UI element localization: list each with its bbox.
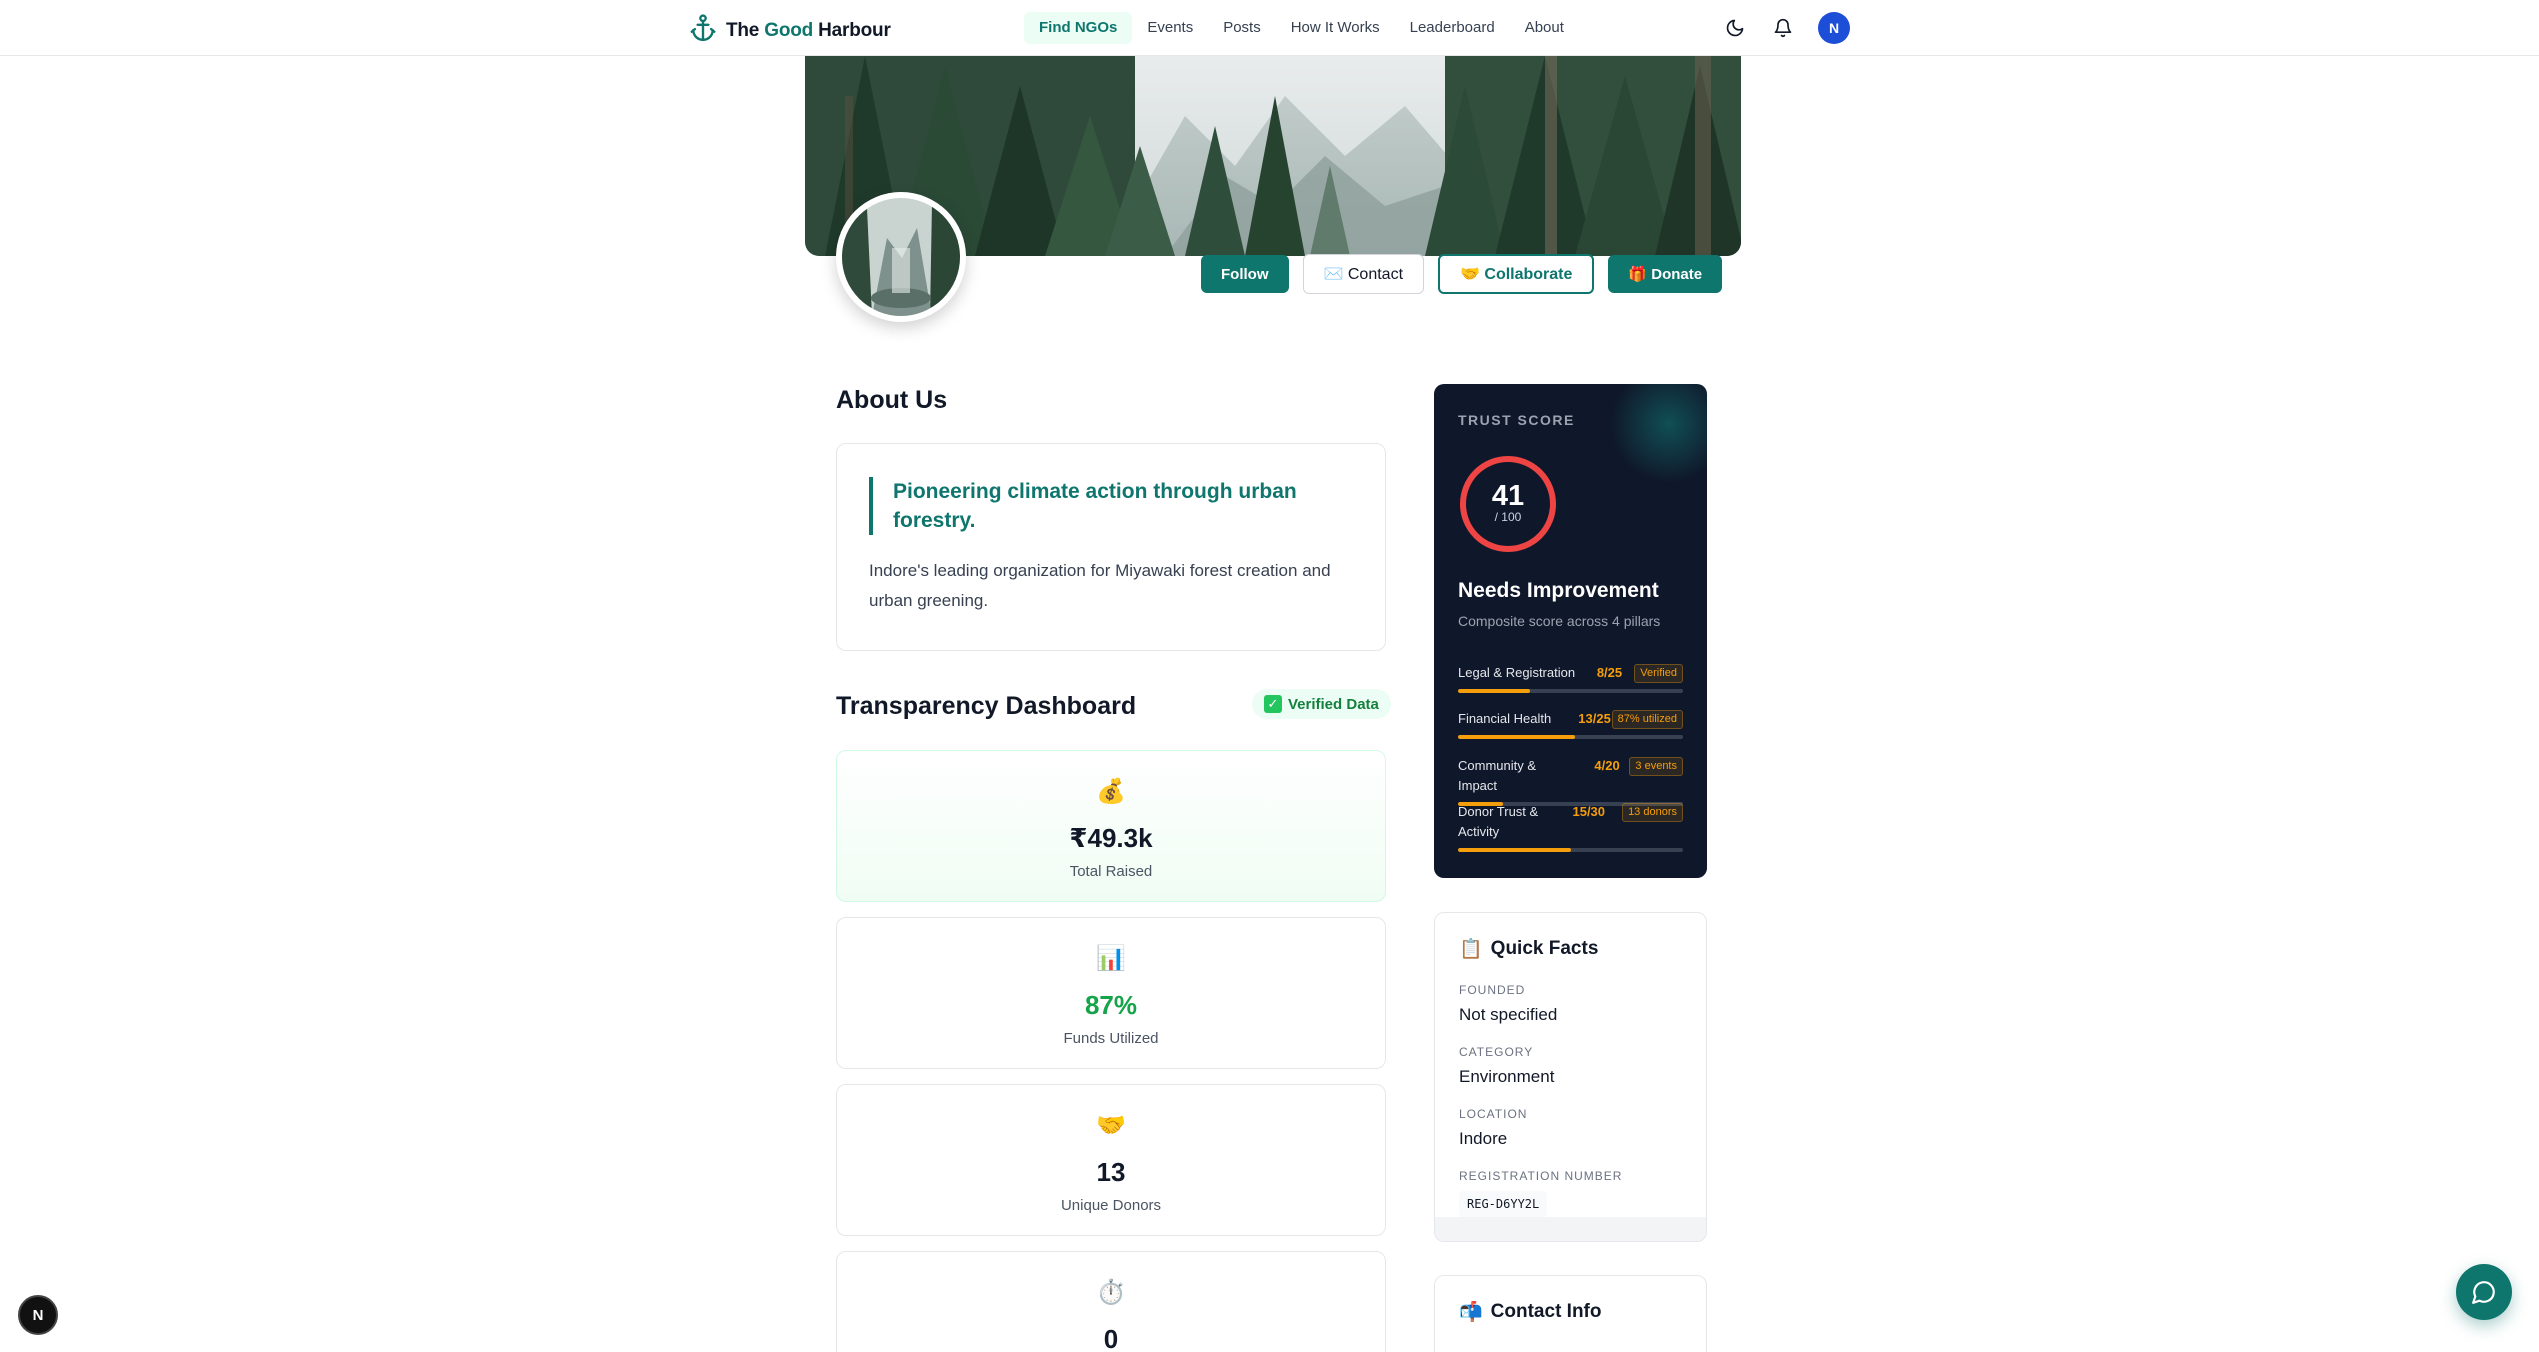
pillar-badge: 13 donors [1622,803,1683,822]
mailbox-icon: 📬 [1459,1302,1483,1323]
top-navbar: The Good Harbour Find NGOs Events Posts … [0,0,2539,56]
pillar-financial: Financial Health 13/25 87% utilized [1458,709,1683,739]
location-value: Indore [1459,1129,1508,1148]
quick-facts-card: 📋 Quick Facts FOUNDED Not specified CATE… [1434,912,1707,1242]
trust-score-label: TRUST SCORE [1458,412,1575,428]
trust-score-max: / 100 [1494,510,1522,524]
stat-card-funds-utilized: 📊 87% Funds Utilized [836,917,1386,1069]
pillar-score: 15/30 [1572,804,1606,819]
founded-value: Not specified [1459,1005,1558,1024]
stat-value: 87% [1084,990,1138,1020]
quick-facts-title: 📋 Quick Facts [1459,938,1599,960]
trust-subtitle: Composite score across 4 pillars [1458,613,1661,629]
chat-button[interactable] [2456,1264,2512,1320]
nav-link-leaderboard[interactable]: Leaderboard [1395,12,1510,44]
bell-icon [1774,18,1792,38]
pillar-score: 8/25 [1596,665,1623,680]
pillar-progress [1458,735,1683,739]
verified-data-badge: ✓ Verified Data [1252,689,1391,719]
decorative-glow [1609,384,1707,484]
pillar-name: Financial Health [1458,711,1552,726]
nav-actions: N [1722,10,1850,46]
clipboard-icon: 📋 [1459,939,1483,960]
pillar-legal: Legal & Registration 8/25 Verified [1458,663,1683,693]
stat-label: Unique Donors [1060,1197,1162,1214]
pillar-badge: Verified [1634,664,1683,683]
pillar-progress [1458,689,1683,693]
pillar-name: Donor Trust & Activity [1458,804,1539,839]
moon-icon [1726,19,1744,37]
profile-actions: Follow ✉️ Contact 🤝 Collaborate 🎁 Donate [1201,254,1723,294]
pillar-score: 13/25 [1578,711,1611,726]
contact-button[interactable]: ✉️ Contact [1302,254,1425,294]
about-tagline: Pioneering climate action through urban … [869,477,1339,535]
pillar-community: Community & Impact 4/20 3 events [1458,756,1683,806]
transparency-heading: Transparency Dashboard [836,692,1137,720]
pillar-name: Community & Impact [1458,758,1537,793]
category-label: CATEGORY [1459,1045,1534,1059]
about-card: Pioneering climate action through urban … [836,443,1386,651]
nav-link-posts[interactable]: Posts [1208,12,1276,44]
dev-tools-badge[interactable]: N [18,1295,58,1335]
stopwatch-icon: ⏱️ [1096,1279,1126,1306]
registration-value: REG-D6YY2L [1459,1191,1548,1217]
pillar-progress [1458,848,1683,852]
bar-chart-icon: 📊 [1096,945,1126,972]
collaborate-button[interactable]: 🤝 Collaborate [1438,254,1595,294]
brand-name: The Good Harbour [726,19,891,41]
nav-link-events[interactable]: Events [1132,12,1208,44]
contact-info-title: 📬 Contact Info [1459,1301,1602,1323]
location-label: LOCATION [1459,1107,1528,1121]
nav-links: Find NGOs Events Posts How It Works Lead… [1024,12,1579,44]
handshake-icon: 🤝 [1096,1112,1126,1139]
nav-link-about[interactable]: About [1510,12,1579,44]
stat-card-unique-donors: 🤝 13 Unique Donors [836,1084,1386,1236]
profile-avatar [836,192,966,322]
dark-mode-toggle[interactable] [1722,10,1748,46]
stat-card-timer: ⏱️ 0 [836,1251,1386,1352]
pillar-name: Legal & Registration [1458,665,1576,680]
trust-status: Needs Improvement [1458,579,1659,602]
pillar-donor-trust: Donor Trust & Activity 15/30 13 donors [1458,802,1683,852]
check-icon: ✓ [1264,695,1282,713]
pillar-badge: 3 events [1629,757,1683,776]
about-description: Indore's leading organization for Miyawa… [869,561,1331,610]
trust-score-value: 41 [1491,480,1525,512]
category-value: Environment [1459,1067,1555,1086]
nav-link-find-ngos[interactable]: Find NGOs [1024,12,1133,44]
stat-value: 13 [1096,1157,1126,1187]
user-avatar[interactable]: N [1818,12,1850,44]
donate-button[interactable]: 🎁 Donate [1608,255,1723,293]
anchor-icon [690,14,716,47]
stat-label: Total Raised [1069,863,1153,880]
stat-value: 0 [1103,1324,1119,1352]
chat-bubble-icon [2472,1281,2495,1304]
ngo-profile-page: The Good Harbour Find NGOs Events Posts … [0,0,2539,1352]
trust-score-card: TRUST SCORE 41 / 100 Needs Improvement C… [1434,384,1707,878]
about-heading: About Us [836,386,948,414]
registration-label: REGISTRATION NUMBER [1459,1169,1623,1183]
contact-info-card: 📬 Contact Info [1434,1275,1707,1352]
stat-value: ₹49.3k [1069,823,1153,853]
facts-footer [1435,1217,1706,1241]
pillar-badge: 87% utilized [1611,710,1683,729]
follow-button[interactable]: Follow [1201,255,1289,293]
money-bag-icon: 💰 [1096,778,1126,805]
founded-label: FOUNDED [1459,983,1526,997]
pillar-score: 4/20 [1594,758,1620,773]
nav-link-how-it-works[interactable]: How It Works [1276,12,1395,44]
stat-card-total-raised: 💰 ₹49.3k Total Raised [836,750,1386,902]
notifications-button[interactable] [1770,10,1796,46]
brand-logo[interactable]: The Good Harbour [690,14,891,47]
stat-label: Funds Utilized [1063,1030,1159,1047]
